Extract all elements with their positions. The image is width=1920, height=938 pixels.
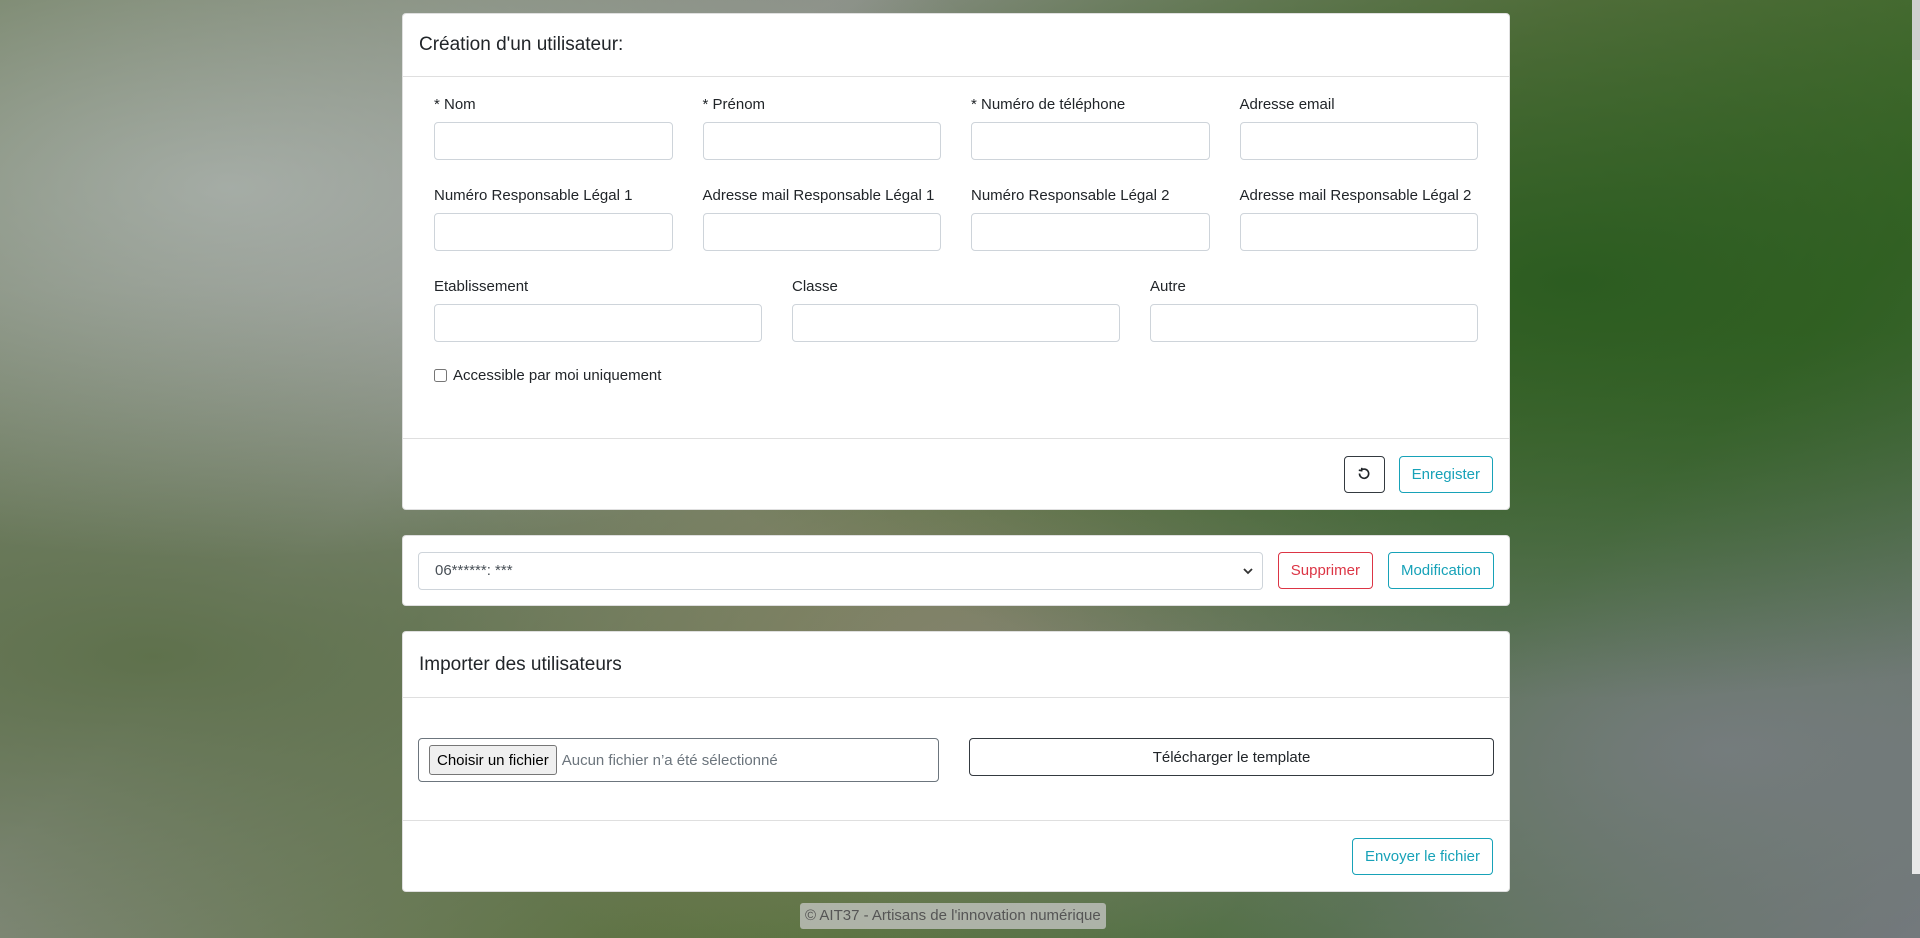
create-user-card: Création d'un utilisateur: * Nom * Préno… [402,13,1510,510]
private-checkbox-label: Accessible par moi uniquement [453,367,662,384]
resp1-email-input[interactable] [702,213,941,251]
import-footer: Envoyer le fichier [403,820,1509,891]
field-etablissement: Etablissement [434,278,762,342]
etablissement-input[interactable] [434,304,762,342]
file-input[interactable]: Choisir un fichier Aucun fichier n’a été… [418,738,939,782]
page-scrollbar[interactable] [1912,0,1920,874]
field-label: Adresse email [1239,96,1335,113]
field-label: Adresse mail Responsable Légal 2 [1239,187,1472,204]
field-classe: Classe [792,278,1120,342]
import-header: Importer des utilisateurs [403,632,1509,698]
field-resp1-email: Adresse mail Responsable Légal 1 [702,187,941,251]
email-input[interactable] [1239,122,1478,160]
save-button[interactable]: Enregister [1398,455,1493,493]
form-row-3: Etablissement Classe Autre [434,278,1478,342]
user-select-card: 06******: *** Supprimer Modification [402,535,1510,606]
scrollbar-thumb[interactable] [1912,0,1920,60]
telephone-input[interactable] [971,122,1210,160]
field-label: Etablissement [434,278,529,295]
import-title: Importer des utilisateurs [419,653,622,675]
form-row-2: Numéro Responsable Légal 1 Adresse mail … [434,187,1478,251]
resp2-phone-input[interactable] [971,213,1210,251]
footer-credit: © AIT37 - Artisans de l'innovation numér… [800,903,1106,929]
reset-button[interactable] [1343,455,1385,493]
form-row-1: * Nom * Prénom * Numéro de téléphone Adr… [434,96,1478,160]
field-label: Numéro Responsable Légal 2 [971,187,1170,204]
user-select[interactable]: 06******: *** [418,551,1263,590]
delete-button[interactable]: Supprimer [1277,552,1373,589]
field-nom: * Nom [434,96,673,160]
resp1-phone-input[interactable] [434,213,673,251]
send-file-button[interactable]: Envoyer le fichier [1351,837,1493,875]
field-resp2-phone: Numéro Responsable Légal 2 [971,187,1210,251]
create-user-body: * Nom * Prénom * Numéro de téléphone Adr… [403,77,1509,384]
prenom-input[interactable] [702,122,941,160]
field-telephone: * Numéro de téléphone [971,96,1210,160]
create-user-footer: Enregister [403,438,1509,509]
chevron-down-icon [1242,565,1254,577]
autre-input[interactable] [1150,304,1478,342]
create-user-title: Création d'un utilisateur: [419,34,624,55]
field-label: * Numéro de téléphone [971,96,1126,113]
field-label: Classe [792,278,838,295]
download-template-button[interactable]: Télécharger le template [969,738,1494,776]
field-email: Adresse email [1239,96,1478,160]
create-user-header: Création d'un utilisateur: [403,14,1509,77]
user-select-value: 06******: *** [435,562,513,579]
no-file-text: Aucun fichier n’a été sélectionné [561,751,778,769]
classe-input[interactable] [792,304,1120,342]
rotate-ccw-icon [1356,466,1372,482]
private-checkbox-row: Accessible par moi uniquement [434,367,1478,384]
nom-input[interactable] [434,122,673,160]
field-label: * Prénom [702,96,766,113]
field-label: Numéro Responsable Légal 1 [434,187,633,204]
field-label: * Nom [434,96,476,113]
import-card: Importer des utilisateurs Choisir un fic… [402,631,1510,892]
field-label: Autre [1150,278,1186,295]
import-body: Choisir un fichier Aucun fichier n’a été… [418,738,1494,782]
field-resp2-email: Adresse mail Responsable Légal 2 [1239,187,1478,251]
choose-file-button[interactable]: Choisir un fichier [429,745,557,775]
field-resp1-phone: Numéro Responsable Légal 1 [434,187,673,251]
field-prenom: * Prénom [702,96,941,160]
field-label: Adresse mail Responsable Légal 1 [702,187,935,204]
edit-button[interactable]: Modification [1387,552,1494,589]
field-autre: Autre [1150,278,1478,342]
user-select-wrapper: 06******: *** [418,551,1263,590]
private-checkbox[interactable] [434,369,447,382]
resp2-email-input[interactable] [1239,213,1478,251]
